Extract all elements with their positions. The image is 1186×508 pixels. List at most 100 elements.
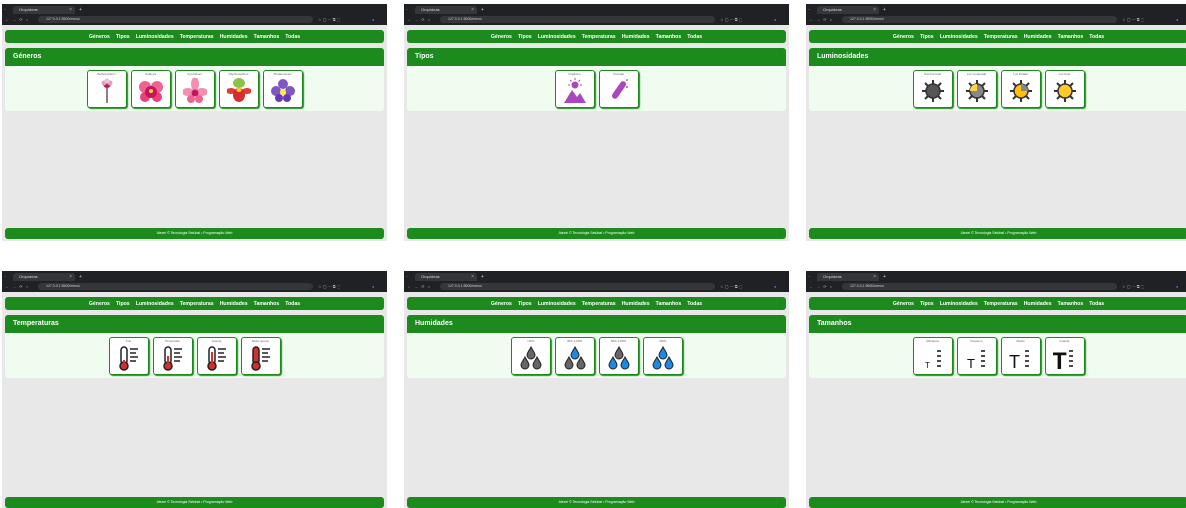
nav-luminosidades[interactable]: Luminosidades [538, 301, 576, 307]
nav-humidades[interactable]: Humidades [1024, 301, 1052, 307]
new-tab-icon[interactable]: + [883, 273, 886, 281]
window-menu-icon[interactable]: ◦ [808, 273, 810, 281]
nav-luminosidades[interactable]: Luminosidades [940, 301, 978, 307]
nav-luminosidades[interactable]: Luminosidades [538, 34, 576, 40]
window-menu-icon[interactable]: ◦ [406, 273, 408, 281]
nav-tamanhos[interactable]: Tamanhos [1058, 34, 1084, 40]
profile-icon[interactable]: ● [774, 16, 776, 23]
profile-icon[interactable]: ● [1176, 16, 1178, 23]
card-bulbophyllum[interactable]: Bulbophyllum [86, 69, 127, 108]
browser-tab[interactable]: Orquídeas × [415, 273, 477, 281]
new-tab-icon[interactable]: + [481, 273, 484, 281]
nav-arrows-icon[interactable]: ← → ⟳ ⌂ [5, 283, 29, 290]
bookmark-star-icon[interactable]: ☆ ▢ ⋯ ⧉ ⬚ [720, 283, 742, 290]
bookmark-star-icon[interactable]: ☆ ▢ ⋯ ⧉ ⬚ [318, 16, 340, 23]
nav-temperaturas[interactable]: Temperaturas [582, 34, 616, 40]
address-bar[interactable]: 127.0.0.1:5500/menu/ [842, 283, 1117, 290]
nav-arrows-icon[interactable]: ← → ⟳ ⌂ [809, 283, 833, 290]
nav-todas[interactable]: Todas [285, 34, 300, 40]
nav-tipos[interactable]: Tipos [116, 34, 130, 40]
nav-humidades[interactable]: Humidades [622, 34, 650, 40]
card-frio[interactable]: Frio [108, 336, 149, 375]
nav-todas[interactable]: Todas [1089, 34, 1104, 40]
address-bar[interactable]: 127.0.0.1:5500/menu/ [38, 16, 313, 23]
card-luz-moderada[interactable]: Luz moderada [956, 69, 997, 108]
nav-generos[interactable]: Géneros [491, 301, 512, 307]
address-bar[interactable]: 127.0.0.1:5500/menu/ [440, 283, 715, 290]
browser-tab[interactable]: Orquídeas × [13, 6, 75, 14]
card-phalaenopsis[interactable]: Phalaenopsis [262, 69, 303, 108]
nav-todas[interactable]: Todas [285, 301, 300, 307]
card-humidade-60-80[interactable]: 60% a 80% [598, 336, 639, 375]
nav-temperaturas[interactable]: Temperaturas [984, 301, 1018, 307]
close-icon[interactable]: × [471, 273, 474, 281]
profile-icon[interactable]: ● [372, 283, 374, 290]
nav-todas[interactable]: Todas [1089, 301, 1104, 307]
browser-tab[interactable]: Orquídeas × [13, 273, 75, 281]
card-cattleya[interactable]: Cattleya [130, 69, 171, 108]
nav-generos[interactable]: Géneros [89, 34, 110, 40]
card-medio[interactable]: Médio T [1000, 336, 1041, 375]
nav-tipos[interactable]: Tipos [920, 301, 934, 307]
close-icon[interactable]: × [873, 6, 876, 14]
new-tab-icon[interactable]: + [79, 6, 82, 14]
card-humidade-80[interactable]: >80% [642, 336, 683, 375]
nav-arrows-icon[interactable]: ← → ⟳ ⌂ [407, 283, 431, 290]
card-clonado[interactable]: Clonado [598, 69, 639, 108]
nav-temperaturas[interactable]: Temperaturas [984, 34, 1018, 40]
card-quente[interactable]: Quente [196, 336, 237, 375]
address-bar[interactable]: 127.0.0.1:5500/menu/ [440, 16, 715, 23]
card-muito-quente[interactable]: Muito quente [240, 336, 281, 375]
window-menu-icon[interactable]: ◦ [4, 6, 6, 14]
nav-todas[interactable]: Todas [687, 301, 702, 307]
card-luz-filtrada[interactable]: Luz filtrada [1000, 69, 1041, 108]
window-menu-icon[interactable]: ◦ [406, 6, 408, 14]
nav-luminosidades[interactable]: Luminosidades [136, 34, 174, 40]
nav-tamanhos[interactable]: Tamanhos [254, 34, 280, 40]
card-grande[interactable]: Grande T [1044, 336, 1085, 375]
card-humidade-40[interactable]: <40% [510, 336, 551, 375]
nav-generos[interactable]: Géneros [89, 301, 110, 307]
nav-generos[interactable]: Géneros [491, 34, 512, 40]
window-menu-icon[interactable]: ◦ [808, 6, 810, 14]
nav-tipos[interactable]: Tipos [920, 34, 934, 40]
nav-tamanhos[interactable]: Tamanhos [254, 301, 280, 307]
card-pequeno[interactable]: Pequeno T [956, 336, 997, 375]
nav-luminosidades[interactable]: Luminosidades [136, 301, 174, 307]
close-icon[interactable]: × [69, 6, 72, 14]
bookmark-star-icon[interactable]: ☆ ▢ ⋯ ⧉ ⬚ [1122, 16, 1144, 23]
new-tab-icon[interactable]: + [883, 6, 886, 14]
nav-temperaturas[interactable]: Temperaturas [582, 301, 616, 307]
bookmark-star-icon[interactable]: ☆ ▢ ⋯ ⧉ ⬚ [720, 16, 742, 23]
bookmark-star-icon[interactable]: ☆ ▢ ⋯ ⧉ ⬚ [1122, 283, 1144, 290]
card-humidade-40-60[interactable]: 40% a 60% [554, 336, 595, 375]
card-organico[interactable]: Orgânico [554, 69, 595, 108]
nav-humidades[interactable]: Humidades [220, 34, 248, 40]
profile-icon[interactable]: ● [774, 283, 776, 290]
nav-arrows-icon[interactable]: ← → ⟳ ⌂ [407, 16, 431, 23]
nav-generos[interactable]: Géneros [893, 301, 914, 307]
card-luz-forte[interactable]: Luz forte [1044, 69, 1085, 108]
nav-arrows-icon[interactable]: ← → ⟳ ⌂ [5, 16, 29, 23]
nav-tipos[interactable]: Tipos [518, 34, 532, 40]
new-tab-icon[interactable]: + [79, 273, 82, 281]
browser-tab[interactable]: Orquídeas × [817, 273, 879, 281]
nav-temperaturas[interactable]: Temperaturas [180, 301, 214, 307]
bookmark-star-icon[interactable]: ☆ ▢ ⋯ ⧉ ⬚ [318, 283, 340, 290]
new-tab-icon[interactable]: + [481, 6, 484, 14]
nav-arrows-icon[interactable]: ← → ⟳ ⌂ [809, 16, 833, 23]
nav-luminosidades[interactable]: Luminosidades [940, 34, 978, 40]
profile-icon[interactable]: ● [1176, 283, 1178, 290]
nav-todas[interactable]: Todas [687, 34, 702, 40]
nav-tamanhos[interactable]: Tamanhos [1058, 301, 1084, 307]
card-miniatura[interactable]: Miniatura T [912, 336, 953, 375]
nav-generos[interactable]: Géneros [893, 34, 914, 40]
browser-tab[interactable]: Orquídeas × [817, 6, 879, 14]
address-bar[interactable]: 127.0.0.1:5500/menu/ [842, 16, 1117, 23]
nav-tipos[interactable]: Tipos [518, 301, 532, 307]
nav-tipos[interactable]: Tipos [116, 301, 130, 307]
card-cymbidium[interactable]: Cymbidium [174, 69, 215, 108]
nav-humidades[interactable]: Humidades [622, 301, 650, 307]
close-icon[interactable]: × [69, 273, 72, 281]
nav-humidades[interactable]: Humidades [1024, 34, 1052, 40]
